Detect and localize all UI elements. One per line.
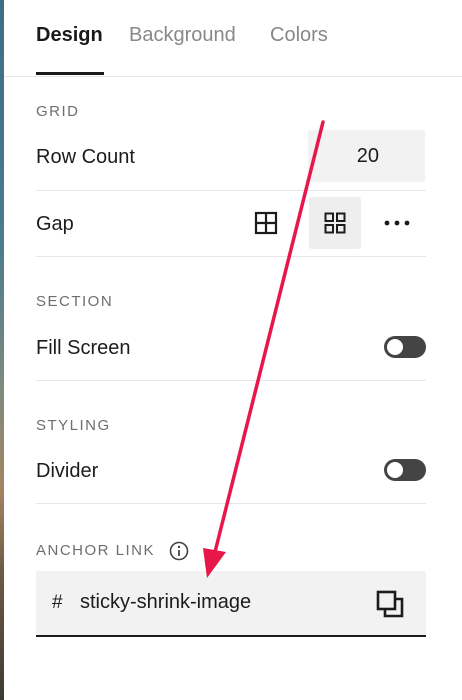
section-section-label: SECTION: [36, 293, 114, 310]
anchor-link-input[interactable]: [80, 587, 360, 617]
fill-screen-toggle[interactable]: [384, 336, 426, 358]
divider: [36, 380, 426, 381]
tab-design[interactable]: Design: [36, 22, 103, 48]
divider: [36, 256, 426, 257]
hash-prefix: #: [52, 592, 63, 613]
toggle-knob: [387, 339, 403, 355]
grid-spaced-icon: [324, 212, 346, 234]
anchor-link-field[interactable]: #: [36, 571, 426, 637]
tab-bar: Design Background Colors: [4, 0, 462, 77]
anchor-link-section-label: ANCHOR LINK: [36, 542, 156, 559]
row-count-value: 20: [356, 145, 379, 167]
gap-option-grid-spaced[interactable]: [309, 197, 361, 249]
divider-label: Divider: [36, 460, 99, 482]
toggle-knob: [387, 462, 403, 478]
design-panel: Design Background Colors GRID Row Count …: [4, 0, 462, 700]
copy-icon[interactable]: [375, 589, 405, 619]
info-icon[interactable]: [169, 541, 189, 561]
gap-label: Gap: [36, 213, 74, 235]
styling-section-label: STYLING: [36, 417, 111, 434]
divider: [36, 190, 426, 191]
row-count-label: Row Count: [36, 146, 135, 168]
tab-background[interactable]: Background: [129, 22, 236, 48]
more-options-button[interactable]: [371, 197, 423, 249]
divider-toggle[interactable]: [384, 459, 426, 481]
more-horizontal-icon: [384, 220, 410, 226]
gap-option-grid-lines[interactable]: [240, 197, 292, 249]
row-count-field[interactable]: 20: [308, 130, 425, 182]
fill-screen-label: Fill Screen: [36, 337, 131, 359]
active-tab-indicator: [36, 72, 104, 75]
grid-lines-icon: [254, 211, 278, 235]
divider: [36, 503, 426, 504]
tab-colors[interactable]: Colors: [270, 22, 328, 48]
grid-section-label: GRID: [36, 103, 80, 120]
